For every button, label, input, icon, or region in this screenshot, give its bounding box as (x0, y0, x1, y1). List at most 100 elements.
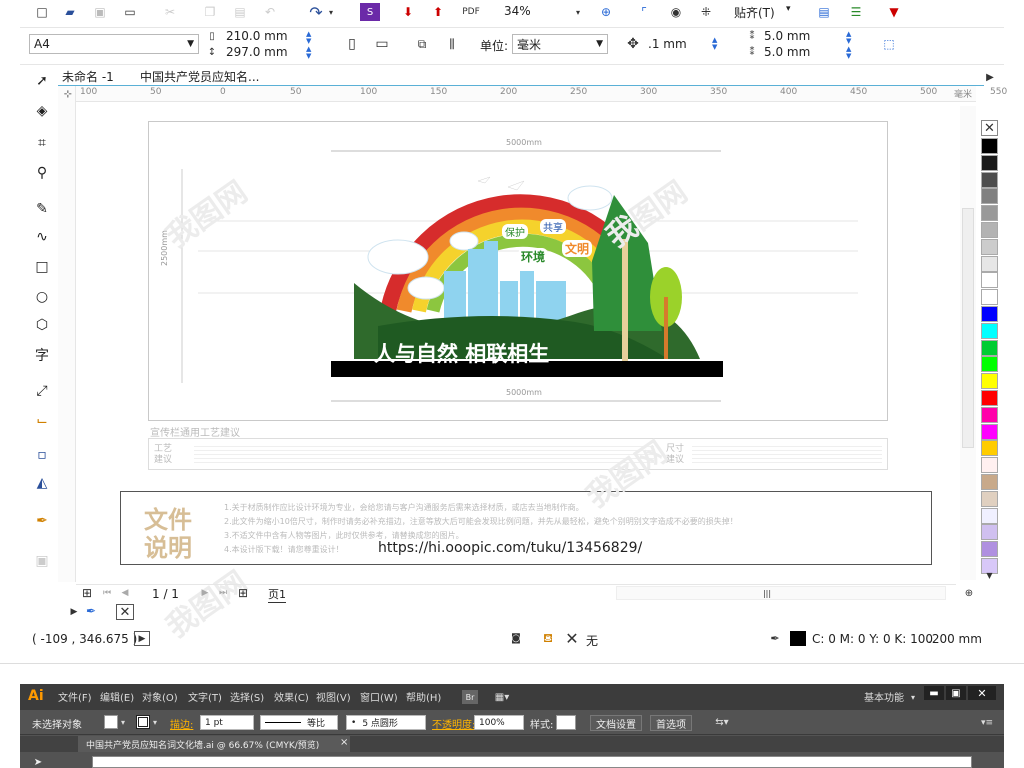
options-icon[interactable]: ☰ (846, 3, 866, 21)
crop-tool-icon[interactable]: ⌗ (28, 130, 56, 156)
color-swatch[interactable] (981, 406, 998, 423)
color-swatch[interactable] (981, 255, 998, 272)
show-rulers-icon[interactable]: ⌜ (634, 3, 654, 21)
ai-menu-type[interactable]: 文字(T) (188, 689, 222, 704)
bridge-icon[interactable]: Br (462, 690, 478, 704)
color-swatch[interactable] (981, 272, 998, 289)
color-swatch[interactable] (981, 171, 998, 188)
brush-select[interactable]: • 5 点圆形 (346, 715, 426, 730)
zoom-level[interactable]: 34% (504, 4, 531, 18)
connector-tool-icon[interactable]: ⌙ (28, 408, 56, 434)
arrange-documents-icon[interactable]: ▦▾ (492, 690, 512, 704)
workspace-switcher[interactable]: 基本功能 (864, 689, 904, 704)
duplicate-x[interactable]: 5.0 mm (764, 29, 810, 43)
import-icon[interactable]: ⬇ (398, 3, 418, 21)
ai-menu-effect[interactable]: 效果(C) (274, 689, 309, 704)
panel-menu-icon[interactable]: ▾≡ (980, 715, 994, 730)
pdf-icon[interactable]: PDF (460, 3, 482, 21)
opacity-label[interactable]: 不透明度: (432, 716, 475, 731)
stroke-weight-input[interactable]: 1 pt (200, 715, 254, 730)
copy-icon[interactable]: ❐ (200, 3, 220, 21)
source-url[interactable]: https://hi.ooopic.com/tuku/13456829/ (378, 540, 642, 556)
no-color-swatch[interactable]: ✕ (981, 120, 998, 136)
redo-dropdown-icon[interactable]: ▾ (326, 3, 336, 21)
stroke-swatch[interactable] (136, 715, 150, 729)
undo-icon[interactable]: ↶ (260, 3, 280, 21)
color-swatch[interactable] (981, 238, 998, 255)
color-swatch[interactable] (981, 188, 998, 205)
print-icon[interactable]: ▭ (120, 3, 140, 21)
freehand-tool-icon[interactable]: ✎ (28, 196, 56, 222)
stroke-label[interactable]: 描边: (170, 716, 193, 731)
dup-x-spin-icon[interactable]: ▲ ▼ (846, 31, 851, 45)
cut-icon[interactable]: ✂ (160, 3, 180, 21)
full-screen-icon[interactable]: ⊕ (596, 3, 616, 21)
grid-icon[interactable]: ⁜ (696, 3, 716, 21)
play-icon[interactable]: ▶ (68, 606, 80, 618)
ai-menu-select[interactable]: 选择(S) (230, 689, 264, 704)
dup-y-spin-icon[interactable]: ▲ ▼ (846, 46, 851, 60)
new-document-icon[interactable]: □ (32, 3, 52, 21)
page-width[interactable]: 210.0 mm (226, 29, 288, 43)
tab-document[interactable]: 中国共产党员应知名... (140, 68, 259, 85)
welcome-screen-icon[interactable]: ▤ (814, 3, 834, 21)
interactive-fill-icon[interactable]: ▣ (28, 548, 56, 574)
close-icon[interactable]: ✕ (968, 686, 996, 700)
width-spin-icon[interactable]: ▲ ▼ (306, 31, 311, 45)
preferences-button[interactable]: 首选项 (650, 715, 692, 731)
tabs-scroll-right-icon[interactable]: ▶ (984, 70, 996, 84)
zoom-dropdown-icon[interactable]: ▾ (572, 3, 584, 21)
minimize-icon[interactable]: ▬ (924, 686, 944, 700)
save-icon[interactable]: ▣ (90, 3, 110, 21)
color-swatch[interactable] (981, 339, 998, 356)
ai-document-close[interactable]: × (340, 737, 348, 748)
design-artwork[interactable] (148, 121, 888, 421)
workspace-dropdown-icon[interactable]: ▾ (908, 690, 918, 704)
add-page-icon[interactable]: ⊞ (80, 586, 94, 600)
ai-menu-edit[interactable]: 编辑(E) (100, 689, 134, 704)
color-swatch[interactable] (981, 373, 998, 390)
eyedropper-icon[interactable]: ✒ (84, 604, 98, 618)
drop-shadow-icon[interactable]: ▫ (28, 442, 56, 468)
color-swatch[interactable] (981, 524, 998, 541)
ruler-origin-icon[interactable]: ⊹ (60, 87, 76, 101)
selection-tool-icon[interactable]: ➤ (30, 756, 46, 768)
paste-icon[interactable]: ▤ (230, 3, 250, 21)
color-swatch[interactable] (981, 322, 998, 339)
next-page-icon[interactable]: ▶ (198, 586, 212, 600)
transparency-icon[interactable]: ◭ (28, 470, 56, 496)
vertical-scroll-thumb[interactable] (962, 208, 974, 448)
color-swatch[interactable] (981, 205, 998, 222)
color-swatch[interactable] (981, 138, 998, 154)
artistic-media-icon[interactable]: ∿ (28, 224, 56, 250)
nudge-distance[interactable]: .1 mm (648, 37, 687, 51)
arrange-icon[interactable]: ⇆▾ (710, 715, 734, 730)
polygon-tool-icon[interactable]: ⬡ (28, 312, 56, 338)
height-spin-icon[interactable]: ▲ ▼ (306, 46, 311, 60)
treat-as-filled-icon[interactable]: ⬚ (878, 34, 900, 54)
eyedropper-tool-icon[interactable]: ✒ (28, 508, 56, 534)
ellipse-tool-icon[interactable]: ○ (28, 284, 56, 310)
text-tool-icon[interactable]: 字 (28, 342, 56, 368)
color-swatch[interactable] (981, 457, 998, 474)
page-height[interactable]: 297.0 mm (226, 45, 288, 59)
page-tab[interactable]: 页1 (268, 586, 286, 603)
horizontal-scrollbar[interactable] (616, 586, 946, 600)
nudge-spin-icon[interactable]: ▲ ▼ (712, 37, 717, 51)
last-page-icon[interactable]: ⏭ (216, 586, 230, 600)
open-folder-icon[interactable]: ▰ (60, 3, 80, 21)
color-swatch[interactable] (981, 490, 998, 507)
navigator-zoom-icon[interactable]: ⊕ (962, 586, 976, 600)
redo-icon[interactable]: ↷ (306, 3, 326, 22)
graphic-style-swatch[interactable] (556, 715, 576, 730)
prev-page-icon[interactable]: ◀ (118, 586, 132, 600)
all-pages-icon[interactable]: ⧉ (412, 34, 432, 54)
ai-menu-object[interactable]: 对象(O) (142, 689, 178, 704)
stroke-dropdown-icon[interactable]: ▾ (150, 715, 160, 729)
shape-tool-icon[interactable]: ◈ (28, 98, 56, 124)
view-eye-icon[interactable]: ◉ (666, 3, 686, 21)
current-page-icon[interactable]: ⫼ (442, 34, 462, 54)
snap-to-menu[interactable]: 贴齐(T) (734, 4, 775, 21)
document-setup-button[interactable]: 文档设置 (590, 715, 642, 731)
tab-untitled[interactable]: 未命名 -1 (62, 68, 114, 85)
